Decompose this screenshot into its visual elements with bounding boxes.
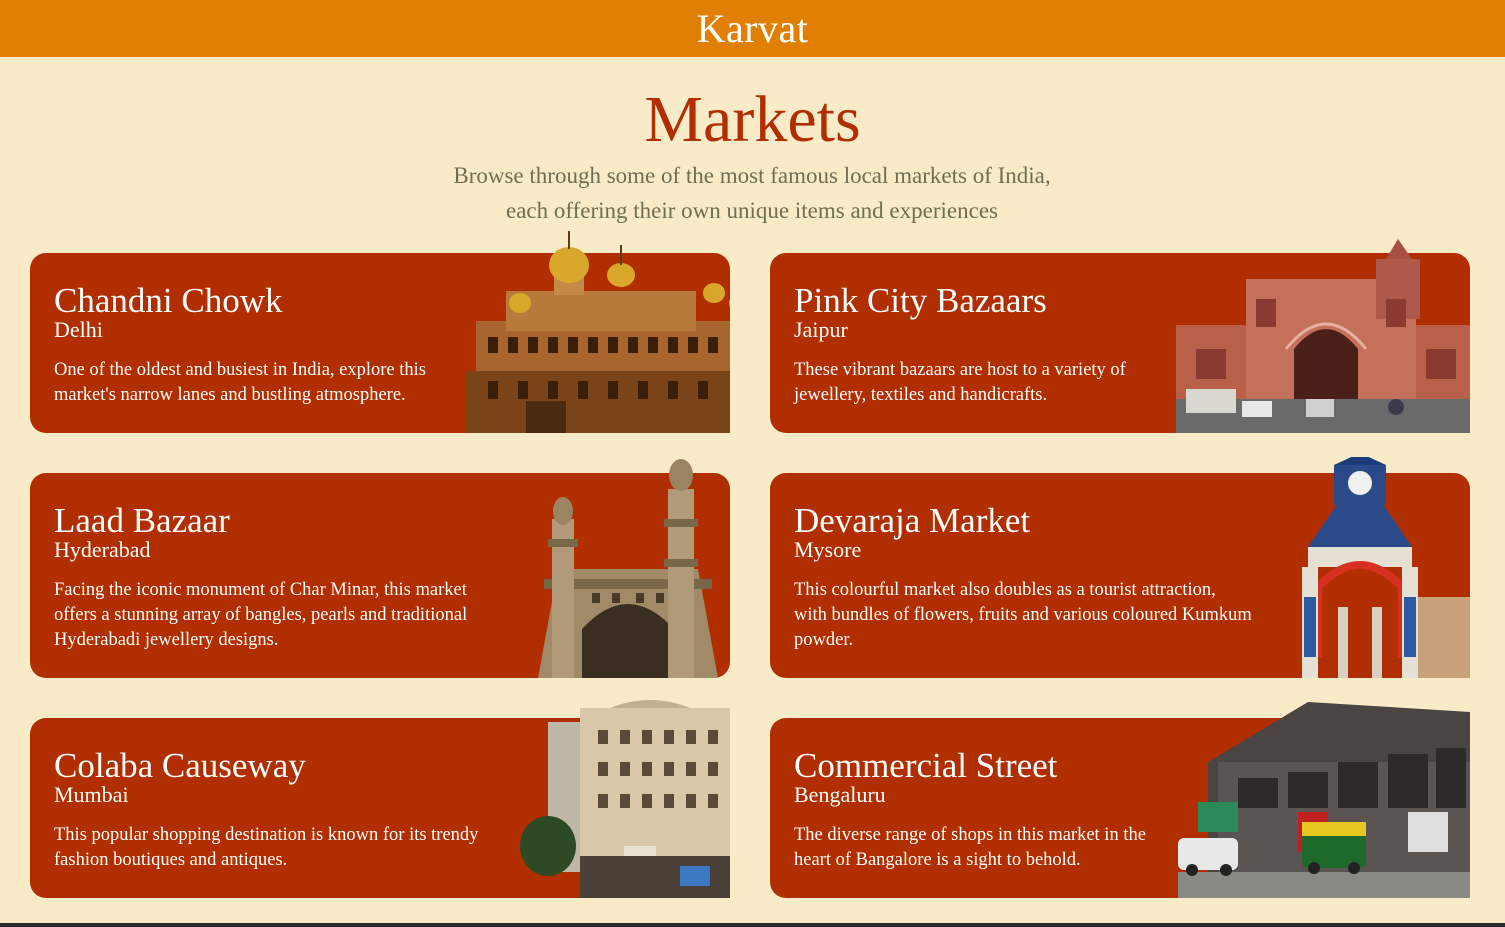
colonial-building-icon — [520, 696, 730, 898]
market-city: Hyderabad — [54, 537, 151, 562]
brand-logo[interactable]: Karvat — [697, 5, 809, 52]
market-name: Devaraja Market — [794, 501, 1031, 540]
pink-gate-icon — [1176, 239, 1470, 433]
market-card[interactable]: Pink City Bazaars Jaipur These vibrant b… — [770, 239, 1470, 433]
market-card[interactable]: Devaraja Market Mysore This colourful ma… — [770, 457, 1470, 678]
page-subtitle: Browse through some of the most famous l… — [402, 158, 1102, 228]
market-name: Colaba Causeway — [54, 746, 306, 785]
market-card[interactable]: Chandni Chowk Delhi One of the oldest an… — [30, 231, 730, 433]
market-card[interactable]: Laad Bazaar Hyderabad Facing the iconic … — [30, 459, 730, 678]
market-city: Delhi — [54, 317, 103, 342]
market-city: Mumbai — [54, 782, 129, 807]
market-name: Laad Bazaar — [54, 501, 230, 540]
market-city: Mysore — [794, 537, 862, 562]
subtitle-line-1: Browse through some of the most famous l… — [453, 163, 1051, 188]
market-card[interactable]: Colaba Causeway Mumbai This popular shop… — [30, 700, 730, 898]
footer-divider — [0, 923, 1505, 927]
market-card[interactable]: Commercial Street Bengaluru The diverse … — [770, 702, 1470, 898]
market-city: Bengaluru — [794, 782, 886, 807]
clock-tower-icon — [1278, 457, 1470, 678]
market-description: This colourful market also doubles as a … — [794, 580, 1252, 650]
charminar-icon — [518, 459, 730, 678]
market-name: Chandni Chowk — [54, 281, 283, 320]
subtitle-line-2: each offering their own unique items and… — [506, 198, 998, 223]
market-description: These vibrant bazaars are host to a vari… — [794, 360, 1126, 405]
market-description: Facing the iconic monument of Char Minar… — [54, 580, 468, 650]
page-title: Markets — [644, 83, 861, 156]
gurudwara-building-icon — [466, 231, 730, 433]
market-name: Pink City Bazaars — [794, 281, 1047, 320]
shopping-mall-icon — [1178, 702, 1470, 898]
market-description: The diverse range of shops in this marke… — [794, 825, 1146, 870]
market-city: Jaipur — [794, 317, 848, 342]
market-description: One of the oldest and busiest in India, … — [54, 360, 426, 405]
market-description: This popular shopping destination is kno… — [54, 825, 479, 870]
top-nav-bar: Karvat — [0, 0, 1505, 57]
market-name: Commercial Street — [794, 746, 1058, 785]
